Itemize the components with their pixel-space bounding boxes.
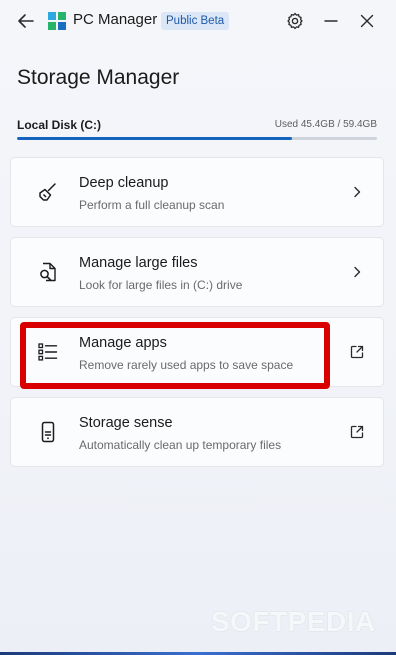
app-list-icon: [38, 343, 58, 361]
card-description: Look for large files in (C:) drive: [79, 278, 243, 292]
settings-button[interactable]: [283, 9, 307, 33]
external-link-icon: [350, 345, 364, 359]
card-title: Storage sense: [79, 415, 173, 431]
back-arrow-icon: [18, 14, 34, 28]
title-bar: PC Manager Public Beta: [0, 0, 396, 42]
deep-cleanup-card[interactable]: Deep cleanup Perform a full cleanup scan: [10, 157, 384, 227]
card-description: Automatically clean up temporary files: [79, 438, 282, 452]
disk-usage-fill: [17, 137, 293, 140]
gear-icon: [287, 12, 303, 30]
card-title: Deep cleanup: [79, 175, 169, 191]
minimize-button[interactable]: [319, 9, 343, 33]
manage-large-files-card[interactable]: Manage large files Look for large files …: [10, 237, 384, 307]
disk-usage-text: Used 45.4GB / 59.4GB: [274, 119, 377, 130]
card-description: Perform a full cleanup scan: [79, 198, 225, 212]
softpedia-watermark: SOFTPEDIA: [211, 606, 376, 637]
minimize-icon: [324, 20, 338, 22]
pc-manager-window: PC Manager Public Beta Storage Manager L…: [0, 0, 396, 652]
storage-sense-card[interactable]: Storage sense Automatically clean up tem…: [10, 397, 384, 467]
file-search-icon: [40, 262, 56, 282]
manage-apps-card[interactable]: Manage apps Remove rarely used apps to s…: [10, 317, 384, 387]
external-link-icon: [350, 425, 364, 439]
card-title: Manage apps: [79, 335, 167, 351]
public-beta-badge: Public Beta: [161, 12, 230, 30]
disk-label: Local Disk (C:): [17, 118, 102, 132]
app-title: PC Manager: [73, 11, 158, 28]
disk-usage-bar: [17, 137, 377, 140]
close-button[interactable]: [355, 9, 379, 33]
card-title: Manage large files: [79, 255, 198, 271]
chevron-right-icon: [354, 186, 361, 198]
close-icon: [360, 14, 374, 28]
back-button[interactable]: [14, 9, 38, 33]
pc-manager-logo-icon: [48, 12, 66, 30]
page-title: Storage Manager: [17, 66, 180, 89]
broom-icon: [39, 183, 56, 201]
card-description: Remove rarely used apps to save space: [79, 358, 294, 372]
storage-device-icon: [41, 421, 55, 443]
chevron-right-icon: [354, 266, 361, 278]
